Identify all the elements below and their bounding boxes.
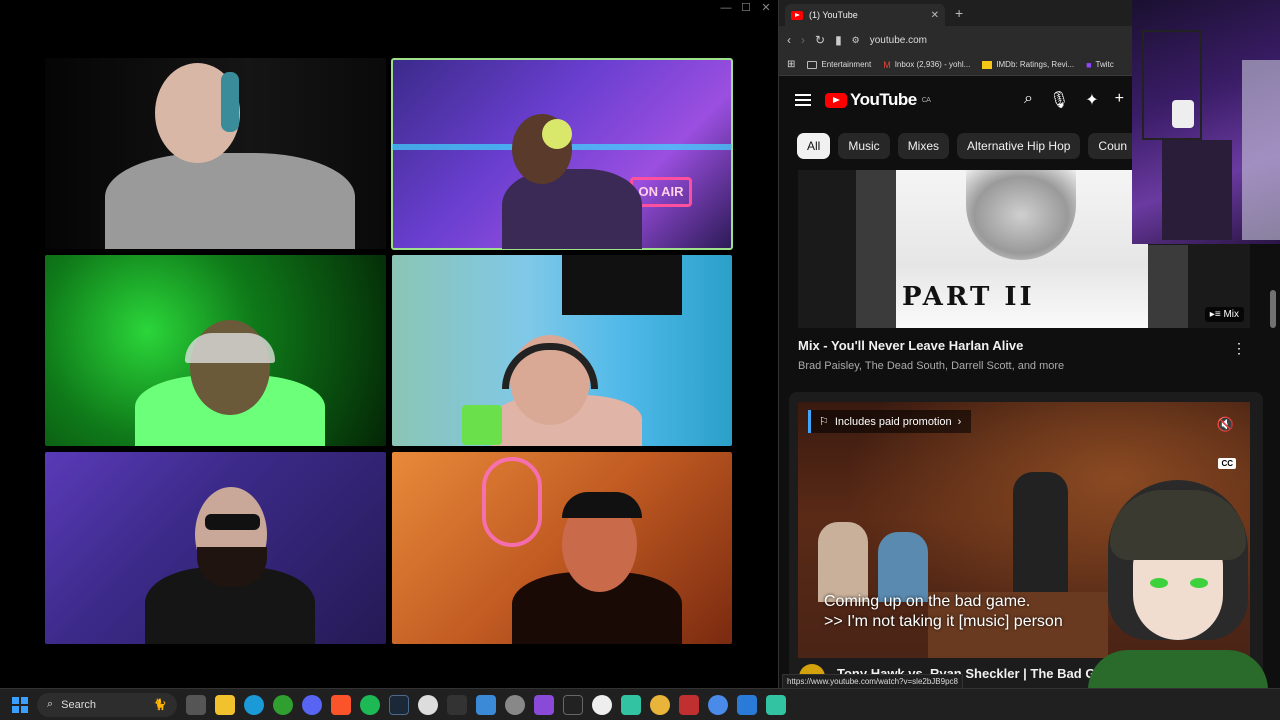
- youtube-favicon-icon: [791, 10, 803, 20]
- participant-tile-5[interactable]: [45, 452, 386, 644]
- edge-icon[interactable]: [244, 694, 264, 715]
- more-options-icon[interactable]: ⋮: [1232, 340, 1246, 357]
- close-button[interactable]: ✕: [756, 0, 776, 16]
- microphone-icon[interactable]: 🎙: [1049, 90, 1069, 110]
- twitch-icon: ■: [1086, 59, 1092, 70]
- menu-icon[interactable]: [795, 94, 811, 106]
- xbox-icon[interactable]: [273, 694, 293, 715]
- participant-tile-3[interactable]: [45, 255, 386, 446]
- reload-icon[interactable]: ↻: [815, 33, 825, 47]
- spotify-icon[interactable]: [360, 694, 380, 715]
- chip-mixes[interactable]: Mixes: [897, 133, 950, 159]
- notepad-icon[interactable]: [476, 694, 496, 715]
- chip-alternative-hip-hop[interactable]: Alternative Hip Hop: [957, 133, 1081, 159]
- chip-music[interactable]: Music: [838, 133, 890, 159]
- close-tab-icon[interactable]: ✕: [931, 10, 939, 21]
- game-icon[interactable]: [679, 694, 699, 715]
- webcam-overlay: [1132, 0, 1280, 244]
- back-icon[interactable]: ‹: [787, 33, 791, 47]
- file-explorer-icon[interactable]: [215, 694, 235, 715]
- search-icon[interactable]: ⌕: [1024, 90, 1033, 110]
- album-art: PART II: [896, 170, 1148, 328]
- imdb-icon: [982, 60, 993, 69]
- vtuber-avatar: [1078, 470, 1280, 688]
- forward-icon[interactable]: ›: [801, 33, 805, 47]
- participant-tile-6[interactable]: [392, 452, 732, 644]
- streamlabs-icon[interactable]: [621, 694, 641, 715]
- obs-icon[interactable]: [418, 694, 438, 715]
- video-call-window: — ☐ ✕ ON AIR: [0, 0, 776, 688]
- search-icon: ⌕: [47, 698, 54, 710]
- mix-badge: ▸≡ Mix: [1204, 307, 1244, 322]
- cat-icon: 🐈: [153, 699, 167, 711]
- video-title[interactable]: Mix - You'll Never Leave Harlan Alive: [798, 338, 1023, 353]
- captions-button[interactable]: CC: [1218, 458, 1236, 469]
- header-actions: ⌕ 🎙 ✦ +: [1024, 90, 1124, 110]
- mute-icon[interactable]: 🔇: [1217, 416, 1234, 433]
- maximize-button[interactable]: ☐: [736, 0, 756, 16]
- media-icon[interactable]: [534, 694, 554, 715]
- taskbar: ⌕ Search 🐈: [0, 688, 1280, 720]
- folder-icon: [807, 60, 818, 69]
- app-icon[interactable]: [737, 694, 757, 715]
- create-icon[interactable]: +: [1115, 90, 1124, 110]
- minimize-button[interactable]: —: [716, 0, 736, 16]
- bookmark-icon[interactable]: ▮: [835, 33, 842, 47]
- bookmark-inbox[interactable]: M Inbox (2,936) - yohl...: [883, 60, 970, 70]
- streamlabs-alt-icon[interactable]: [766, 694, 786, 715]
- chrome-alt-icon[interactable]: [708, 694, 728, 715]
- page-scrollbar[interactable]: [1270, 290, 1276, 328]
- desktop: — ☐ ✕ ON AIR (1) YouTube ✕ + ‹ › ↻ ▮ ⚙ y…: [0, 0, 1280, 720]
- steam-icon[interactable]: [389, 694, 409, 715]
- participant-tile-4[interactable]: [392, 255, 732, 446]
- youtube-play-icon: [825, 92, 847, 108]
- participant-tile-2[interactable]: ON AIR: [391, 58, 733, 250]
- participant-tile-1[interactable]: [45, 58, 386, 249]
- region-label: CA: [921, 96, 931, 104]
- youtube-logo[interactable]: YouTube CA: [825, 90, 931, 110]
- chevron-right-icon: ›: [957, 415, 962, 428]
- terminal-icon[interactable]: [563, 694, 583, 715]
- chrome-icon[interactable]: [650, 694, 670, 715]
- bookmark-imdb[interactable]: IMDb: Ratings, Revi...: [982, 60, 1074, 69]
- paid-promotion-badge[interactable]: ⚐ Includes paid promotion ›: [808, 410, 972, 433]
- call-window-controls: — ☐ ✕: [716, 0, 776, 16]
- video-subtitle: Brad Paisley, The Dead South, Darrell Sc…: [798, 360, 1065, 372]
- brave-icon[interactable]: [331, 694, 351, 715]
- site-info-icon[interactable]: ⚙: [852, 35, 860, 46]
- start-button[interactable]: [12, 696, 28, 713]
- playlist-icon: ▸≡: [1209, 309, 1224, 320]
- tab-youtube[interactable]: (1) YouTube ✕: [785, 4, 945, 26]
- ai-icon[interactable]: ✦: [1085, 90, 1098, 110]
- video-captions: Coming up on the bad game. >> I'm not ta…: [824, 593, 1063, 630]
- thumbnail-text: PART II: [902, 282, 1035, 312]
- chip-all[interactable]: All: [797, 133, 831, 159]
- chip-country[interactable]: Coun: [1088, 133, 1138, 159]
- apps-icon[interactable]: ⊞: [787, 59, 795, 70]
- task-view-icon[interactable]: [186, 694, 206, 715]
- bookmark-twitch[interactable]: ■ Twitc: [1086, 60, 1114, 70]
- steelseries-icon[interactable]: [592, 694, 612, 715]
- taskbar-search[interactable]: ⌕ Search 🐈: [37, 692, 177, 717]
- settings-icon[interactable]: [505, 694, 525, 715]
- bookmark-entertainment[interactable]: Entertainment: [807, 60, 871, 69]
- gmail-icon: M: [883, 59, 891, 70]
- discord-icon[interactable]: [302, 694, 322, 715]
- epic-games-icon[interactable]: [447, 694, 467, 715]
- tab-title: (1) YouTube: [809, 10, 858, 20]
- promotion-icon: ⚐: [819, 416, 829, 428]
- new-tab-button[interactable]: +: [955, 5, 963, 21]
- status-url: https://www.youtube.com/watch?v=sle2bJB9…: [782, 674, 963, 689]
